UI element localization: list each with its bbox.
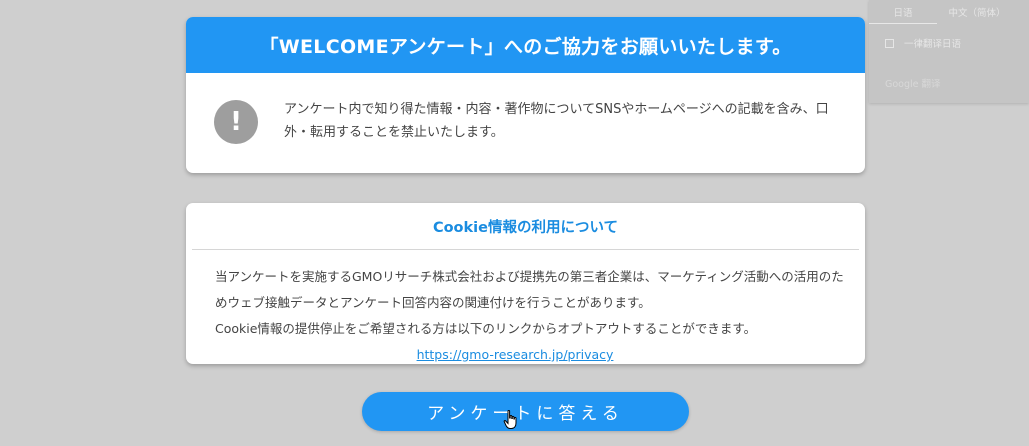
translate-panel: 日语 中文（简体） 一律翻译日语 Google 翻译 (869, 0, 1029, 103)
translate-tabs: 日语 中文（简体） (869, 0, 1029, 24)
google-translate-label: Google 翻译 (885, 79, 941, 90)
tab-japanese[interactable]: 日语 (869, 0, 937, 24)
always-translate-option[interactable]: 一律翻译日语 (869, 36, 1029, 50)
welcome-card: 「WELCOMEアンケート」へのご協力をお願いいたします。 ! アンケート内で知… (186, 17, 865, 173)
answer-survey-button[interactable]: アンケートに答える (362, 392, 689, 431)
privacy-link[interactable]: https://gmo-research.jp/privacy (417, 347, 614, 362)
cookie-link-container: https://gmo-research.jp/privacy (215, 342, 845, 364)
welcome-title: 「WELCOMEアンケート」へのご協力をお願いいたします。 (186, 17, 865, 73)
always-translate-checkbox[interactable] (885, 38, 894, 48)
exclamation-icon: ! (214, 100, 258, 144)
hand-cursor-icon (503, 410, 517, 429)
welcome-notice-text: アンケート内で知り得た情報・内容・著作物についてSNSやホームページへの記載を含… (284, 102, 829, 140)
welcome-notice-section: ! アンケート内で知り得た情報・内容・著作物についてSNSやホームページへの記載… (186, 73, 865, 173)
cookie-paragraph-usage: 当アンケートを実施するGMOリサーチ株式会社および提携先の第三者企業は、マーケテ… (215, 269, 844, 310)
cookie-title: Cookie情報の利用について (192, 203, 859, 250)
cookie-card: Cookie情報の利用について 当アンケートを実施するGMOリサーチ株式会社およ… (186, 203, 865, 364)
cookie-body: 当アンケートを実施するGMOリサーチ株式会社および提携先の第三者企業は、マーケテ… (186, 250, 845, 364)
tab-chinese-simplified[interactable]: 中文（简体） (937, 0, 1017, 24)
always-translate-label: 一律翻译日语 (904, 39, 962, 50)
cookie-paragraph-optout: Cookie情報の提供停止をご希望される方は以下のリンクからオプトアウトすること… (215, 321, 757, 336)
